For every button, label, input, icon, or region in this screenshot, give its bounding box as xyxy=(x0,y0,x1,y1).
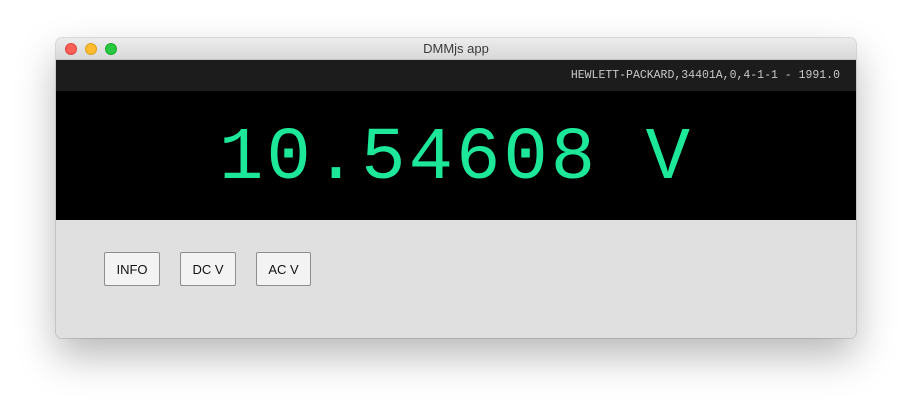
window-title: DMMjs app xyxy=(423,41,489,56)
measurement-reading: 10.54608 V xyxy=(218,116,694,201)
app-window: DMMjs app HEWLETT-PACKARD,34401A,0,4-1-1… xyxy=(56,38,856,338)
dc-voltage-button[interactable]: DC V xyxy=(180,252,236,286)
measurement-display: 10.54608 V xyxy=(56,91,856,220)
instrument-id-text: HEWLETT-PACKARD,34401A,0,4-1-1 - 1991.0 xyxy=(570,69,840,82)
ac-voltage-button[interactable]: AC V xyxy=(256,252,311,286)
instrument-id-bar: HEWLETT-PACKARD,34401A,0,4-1-1 - 1991.0 xyxy=(56,60,856,91)
info-button[interactable]: INFO xyxy=(104,252,160,286)
controls-panel: INFO DC V AC V xyxy=(56,220,856,338)
title-bar[interactable]: DMMjs app xyxy=(56,38,856,60)
